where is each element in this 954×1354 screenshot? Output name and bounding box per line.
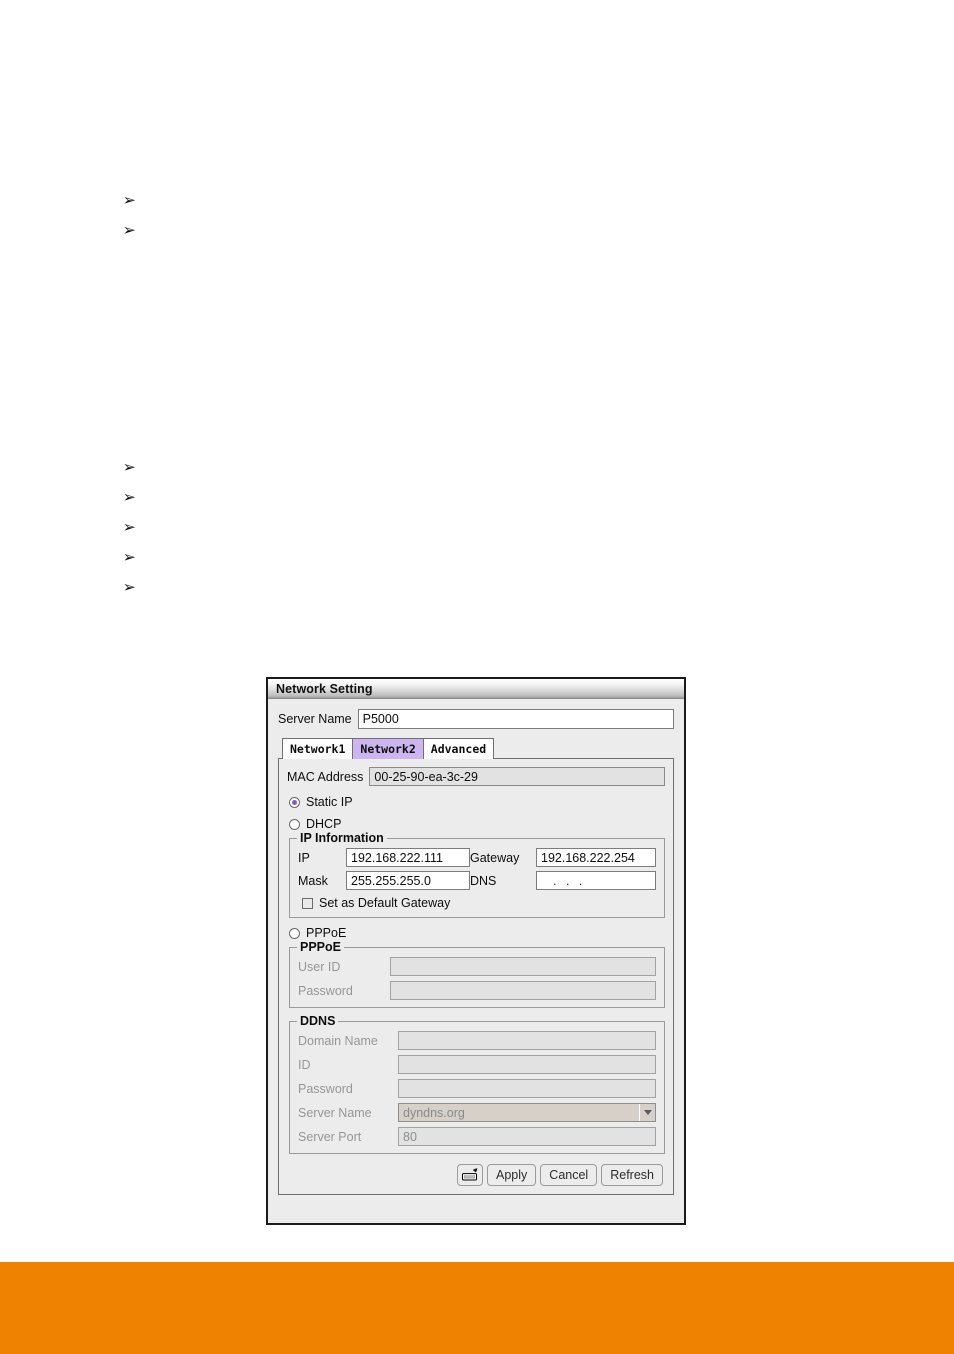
ddns-group: DDNS Domain Name ID Password Server Name… bbox=[289, 1014, 665, 1154]
ddns-server-port-label: Server Port bbox=[298, 1129, 362, 1144]
mac-address-label: MAC Address bbox=[287, 769, 364, 784]
pppoe-group-title: PPPoE bbox=[297, 940, 344, 954]
pppoe-group: PPPoE User ID Password bbox=[289, 940, 665, 1008]
ddns-domain-name-label: Domain Name bbox=[298, 1033, 378, 1048]
arrow-bullet-icon: ➢ bbox=[122, 458, 136, 476]
bullet-item-2: ➢ bbox=[123, 223, 136, 253]
ddns-group-title: DDNS bbox=[297, 1014, 339, 1028]
checkbox-set-as-default-gateway[interactable] bbox=[302, 897, 313, 909]
footer-bar bbox=[0, 1262, 954, 1354]
ddns-server-port-input: 80 bbox=[398, 1127, 656, 1146]
bullet-item-7: ➢ bbox=[123, 580, 136, 610]
arrow-bullet-icon: ➢ bbox=[122, 518, 136, 536]
keyboard-icon bbox=[462, 1168, 478, 1181]
ddns-id-input bbox=[398, 1055, 656, 1074]
ddns-domain-name-input bbox=[398, 1031, 656, 1050]
dns-input[interactable]: . . . bbox=[536, 871, 656, 890]
refresh-button[interactable]: Refresh bbox=[601, 1164, 663, 1186]
mask-label: Mask bbox=[298, 873, 328, 888]
server-name-input[interactable]: P5000 bbox=[357, 709, 674, 729]
pppoe-grid: User ID Password bbox=[298, 957, 656, 1000]
default-gateway-label: Set as Default Gateway bbox=[319, 896, 451, 910]
virtual-keyboard-button[interactable] bbox=[457, 1164, 484, 1186]
mask-input[interactable]: 255.255.255.0 bbox=[346, 871, 470, 890]
ddns-password-label: Password bbox=[298, 1081, 353, 1096]
chevron-down-icon bbox=[639, 1104, 655, 1121]
mac-address-row: MAC Address 00-25-90-ea-3c-29 bbox=[287, 767, 665, 786]
ddns-id-label: ID bbox=[298, 1057, 311, 1072]
dialog-titlebar: Network Setting bbox=[268, 679, 684, 699]
radio-pppoe[interactable] bbox=[289, 927, 300, 939]
server-name-row: Server Name P5000 bbox=[278, 709, 674, 729]
cancel-button[interactable]: Cancel bbox=[540, 1164, 598, 1186]
bullet-item-4: ➢ bbox=[123, 490, 136, 520]
ip-input[interactable]: 192.168.222.111 bbox=[346, 848, 470, 867]
ddns-password-input bbox=[398, 1079, 656, 1098]
ip-information-group: IP Information IP 192.168.222.111 Gatewa… bbox=[289, 831, 665, 918]
arrow-bullet-icon: ➢ bbox=[122, 221, 136, 239]
arrow-bullet-icon: ➢ bbox=[122, 488, 136, 506]
ddns-grid: Domain Name ID Password Server Name dynd… bbox=[298, 1031, 656, 1146]
tab-network1[interactable]: Network1 bbox=[282, 738, 354, 759]
tab-advanced[interactable]: Advanced bbox=[422, 738, 495, 759]
mac-address-value: 00-25-90-ea-3c-29 bbox=[369, 767, 665, 786]
radio-row-static-ip[interactable]: Static IP bbox=[287, 791, 665, 813]
bullet-item-6: ➢ bbox=[123, 550, 136, 580]
bullet-item-5: ➢ bbox=[123, 520, 136, 550]
bullet-item-3: ➢ bbox=[123, 460, 136, 490]
ip-information-grid: IP 192.168.222.111 Gateway 192.168.222.2… bbox=[298, 848, 656, 890]
gateway-input[interactable]: 192.168.222.254 bbox=[536, 848, 656, 867]
radio-pppoe-label: PPPoE bbox=[306, 926, 347, 940]
radio-static-ip[interactable] bbox=[289, 796, 300, 808]
ddns-server-name-select: dyndns.org bbox=[398, 1103, 656, 1122]
ddns-server-name-value: dyndns.org bbox=[403, 1105, 465, 1120]
ip-label: IP bbox=[298, 850, 310, 865]
dialog-body: Server Name P5000 Network1 Network2 Adva… bbox=[268, 699, 684, 1222]
radio-dhcp[interactable] bbox=[289, 818, 300, 830]
radio-static-ip-label: Static IP bbox=[306, 795, 353, 809]
dialog-title: Network Setting bbox=[276, 681, 373, 696]
tab-network2[interactable]: Network2 bbox=[352, 738, 424, 759]
pppoe-password-input bbox=[390, 981, 656, 1000]
pppoe-user-id-input bbox=[390, 957, 656, 976]
arrow-bullet-icon: ➢ bbox=[122, 191, 136, 209]
server-name-label: Server Name bbox=[278, 712, 352, 726]
upper-bullet-list: ➢ ➢ bbox=[123, 193, 136, 253]
tab-panel-network2: MAC Address 00-25-90-ea-3c-29 Static IP … bbox=[278, 758, 674, 1195]
dialog-button-row: Apply Cancel Refresh bbox=[287, 1164, 665, 1186]
tab-strip: Network1 Network2 Advanced bbox=[282, 738, 674, 759]
arrow-bullet-icon: ➢ bbox=[122, 578, 136, 596]
network-setting-dialog: Network Setting Server Name P5000 Networ… bbox=[266, 677, 686, 1225]
pppoe-user-id-label: User ID bbox=[298, 959, 341, 974]
arrow-bullet-icon: ➢ bbox=[122, 548, 136, 566]
gateway-label: Gateway bbox=[470, 850, 520, 865]
default-gateway-row[interactable]: Set as Default Gateway bbox=[298, 896, 656, 910]
ddns-server-name-label: Server Name bbox=[298, 1105, 372, 1120]
pppoe-password-label: Password bbox=[298, 983, 353, 998]
ip-information-title: IP Information bbox=[297, 831, 387, 845]
dns-label: DNS bbox=[470, 873, 497, 888]
apply-button[interactable]: Apply bbox=[487, 1164, 537, 1186]
radio-dhcp-label: DHCP bbox=[306, 817, 342, 831]
bullet-item-1: ➢ bbox=[123, 193, 136, 223]
lower-bullet-list: ➢ ➢ ➢ ➢ ➢ bbox=[123, 460, 136, 610]
